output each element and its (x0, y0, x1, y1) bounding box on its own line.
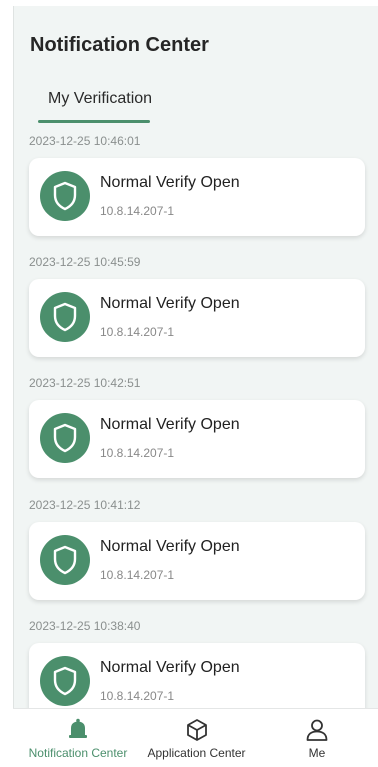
notification-title: Normal Verify Open (100, 174, 240, 191)
shield-icon (40, 171, 90, 221)
person-icon (305, 717, 329, 743)
shield-icon (40, 292, 90, 342)
notification-subtitle: 10.8.14.207-1 (100, 568, 175, 582)
notification-timestamp: 2023-12-25 10:38:40 (29, 619, 141, 633)
shield-icon (40, 535, 90, 585)
page-title: Notification Center (30, 34, 209, 56)
notification-card[interactable]: Normal Verify Open 10.8.14.207-1 (29, 158, 365, 236)
nav-notification-center[interactable]: Notification Center (17, 709, 139, 767)
tab-my-verification[interactable]: My Verification (48, 90, 152, 108)
shield-icon (40, 656, 90, 706)
cube-icon (185, 717, 209, 743)
nav-application-center[interactable]: Application Center (139, 709, 254, 767)
nav-me[interactable]: Me (277, 709, 357, 767)
bell-icon (68, 717, 88, 743)
notification-title: Normal Verify Open (100, 538, 240, 555)
shield-icon (40, 413, 90, 463)
notification-title: Normal Verify Open (100, 416, 240, 433)
notification-timestamp: 2023-12-25 10:45:59 (29, 255, 141, 269)
notification-timestamp: 2023-12-25 10:42:51 (29, 376, 141, 390)
notification-timestamp: 2023-12-25 10:41:12 (29, 498, 141, 512)
bottom-navigation: Notification Center Application Center M… (13, 708, 378, 767)
nav-label: Me (308, 746, 326, 760)
notification-card[interactable]: Normal Verify Open 10.8.14.207-1 (29, 522, 365, 600)
active-tab-indicator (38, 120, 150, 123)
notification-title: Normal Verify Open (100, 659, 240, 676)
notification-card[interactable]: Normal Verify Open 10.8.14.207-1 (29, 279, 365, 357)
nav-label: Application Center (147, 746, 246, 760)
app-screen: Notification Center My Verification 2023… (13, 6, 378, 767)
notification-card[interactable]: Normal Verify Open 10.8.14.207-1 (29, 400, 365, 478)
notification-subtitle: 10.8.14.207-1 (100, 325, 175, 339)
notification-title: Normal Verify Open (100, 295, 240, 312)
notification-subtitle: 10.8.14.207-1 (100, 446, 175, 460)
notification-subtitle: 10.8.14.207-1 (100, 204, 175, 218)
notification-timestamp: 2023-12-25 10:46:01 (29, 134, 141, 148)
notification-subtitle: 10.8.14.207-1 (100, 689, 175, 703)
nav-label: Notification Center (28, 746, 128, 760)
